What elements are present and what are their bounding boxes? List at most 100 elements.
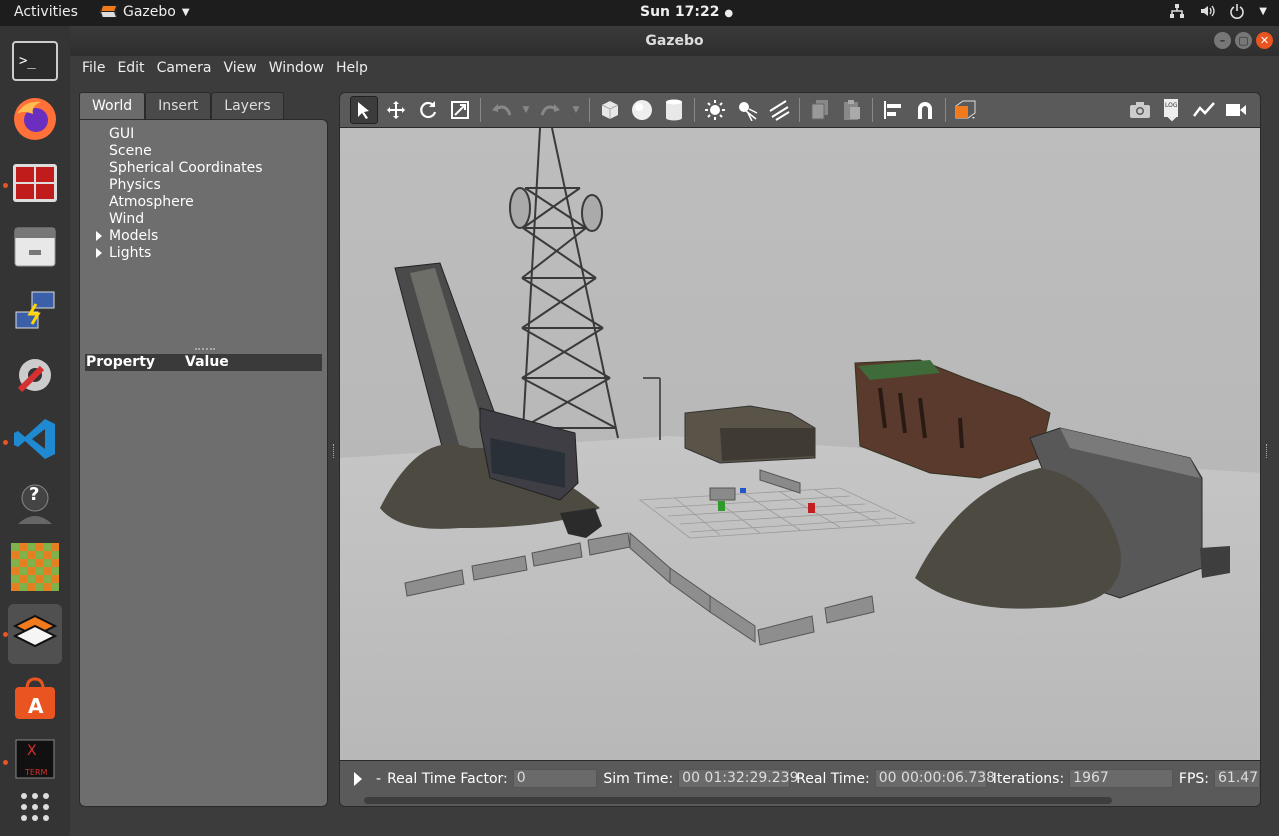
rotate-icon <box>420 101 437 119</box>
paste-button[interactable] <box>838 96 866 124</box>
window-titlebar[interactable]: Gazebo – ▢ ✕ <box>70 26 1279 56</box>
real-time-value: 00 00:00:06.738 <box>874 769 995 788</box>
scale-mode-button[interactable] <box>446 96 474 124</box>
redo-history-button[interactable]: ▼ <box>569 96 583 124</box>
menu-help[interactable]: Help <box>330 56 374 84</box>
tree-item-wind[interactable]: Wind <box>96 211 263 228</box>
files-icon <box>14 227 56 267</box>
move-icon <box>387 101 405 119</box>
dock-software[interactable]: A <box>8 672 62 726</box>
translate-mode-button[interactable] <box>382 96 410 124</box>
clock[interactable]: Sun 17:22 ● <box>640 4 733 20</box>
app-menu[interactable]: Gazebo ▼ <box>99 4 190 20</box>
paste-icon <box>844 100 860 120</box>
camera-icon <box>1130 102 1150 118</box>
scene-render[interactable] <box>340 128 1261 760</box>
dock-gazebo[interactable] <box>8 604 62 664</box>
tree-item-atmosphere[interactable]: Atmosphere <box>96 194 263 211</box>
insert-cylinder-button[interactable] <box>660 96 688 124</box>
minimize-button[interactable]: – <box>1214 32 1231 49</box>
dock-firefox[interactable] <box>8 92 62 146</box>
directional-light-button[interactable] <box>765 96 793 124</box>
app-grid-icon <box>21 793 49 821</box>
chevron-down-icon: ▼ <box>572 105 580 115</box>
show-apps-button[interactable] <box>8 780 62 834</box>
spot-light-button[interactable] <box>733 96 761 124</box>
tree-item-models[interactable]: Models <box>96 228 263 245</box>
undo-history-button[interactable]: ▼ <box>519 96 533 124</box>
checkerboard-icon <box>11 543 59 591</box>
expand-arrow-icon[interactable] <box>96 248 102 258</box>
view-angle-button[interactable] <box>952 96 980 124</box>
firefox-icon <box>14 98 56 140</box>
left-panel-collapse-handle[interactable] <box>333 444 336 458</box>
chevron-down-icon: ▼ <box>522 105 530 115</box>
expand-arrow-icon[interactable] <box>96 231 102 241</box>
play-icon[interactable] <box>354 771 362 786</box>
menu-window[interactable]: Window <box>263 56 330 84</box>
real-time-label: Real Time: <box>796 770 870 787</box>
real-time-factor-label: Real Time Factor: <box>387 770 508 787</box>
insert-box-button[interactable] <box>596 96 624 124</box>
copy-button[interactable] <box>806 96 834 124</box>
dock-vscode[interactable] <box>8 412 62 466</box>
magnet-icon <box>918 102 932 119</box>
plot-button[interactable] <box>1190 96 1218 124</box>
right-panel-collapse-handle[interactable] <box>1266 444 1269 458</box>
dock-settings-tool[interactable] <box>8 348 62 402</box>
menu-edit[interactable]: Edit <box>111 56 150 84</box>
splitter-handle[interactable] <box>195 348 215 350</box>
box-icon <box>601 101 619 119</box>
cylinder-icon <box>666 99 682 121</box>
tree-item-scene[interactable]: Scene <box>96 143 263 160</box>
redo-button[interactable] <box>537 96 565 124</box>
tree-item-physics[interactable]: Physics <box>96 177 263 194</box>
scene-viewport[interactable] <box>339 128 1261 760</box>
arrow-cursor-icon <box>358 102 369 119</box>
rotate-mode-button[interactable] <box>414 96 442 124</box>
align-icon <box>884 101 901 119</box>
property-column-header: Property <box>86 354 156 370</box>
menu-view[interactable]: View <box>218 56 263 84</box>
select-mode-button[interactable] <box>350 96 378 124</box>
left-panel: GUI Scene Spherical Coordinates Physics … <box>79 119 328 807</box>
point-light-button[interactable] <box>701 96 729 124</box>
step-separator: - <box>376 770 382 787</box>
record-video-button[interactable] <box>1222 96 1250 124</box>
tree-item-lights[interactable]: Lights <box>96 245 263 262</box>
snap-button[interactable] <box>911 96 939 124</box>
tab-world[interactable]: World <box>79 92 146 120</box>
tab-insert[interactable]: Insert <box>145 92 212 120</box>
screenshot-button[interactable] <box>1126 96 1154 124</box>
tree-item-spherical-coordinates[interactable]: Spherical Coordinates <box>96 160 263 177</box>
align-button[interactable] <box>879 96 907 124</box>
dock-xterm[interactable]: TERM X <box>8 732 62 786</box>
dock-help[interactable]: ? <box>8 476 62 530</box>
dock-terminator[interactable] <box>8 156 62 210</box>
status-bar: - Real Time Factor: 0 Sim Time: 00 01:32… <box>339 760 1261 807</box>
dock-network-tool[interactable] <box>8 284 62 338</box>
maximize-button[interactable]: ▢ <box>1235 32 1252 49</box>
horizontal-scrollbar[interactable] <box>364 797 1112 804</box>
left-panel-tabs: World Insert Layers <box>79 92 284 120</box>
dock-checkerboard-app[interactable] <box>8 540 62 594</box>
activities-button[interactable]: Activities <box>14 4 78 20</box>
menu-camera[interactable]: Camera <box>151 56 218 84</box>
dock-terminal[interactable]: >_ <box>8 34 62 88</box>
insert-sphere-button[interactable] <box>628 96 656 124</box>
log-button[interactable]: LOG <box>1158 96 1186 124</box>
notification-dot-icon: ● <box>724 8 734 19</box>
iterations-label: Iterations: <box>992 770 1065 787</box>
undo-button[interactable] <box>487 96 515 124</box>
tree-item-gui[interactable]: GUI <box>96 126 263 143</box>
dock-files[interactable] <box>8 220 62 274</box>
menu-file[interactable]: File <box>76 56 111 84</box>
network-icon <box>1169 3 1185 23</box>
close-button[interactable]: ✕ <box>1256 32 1273 49</box>
help-glyph: ? <box>29 484 40 505</box>
fps-value: 61.47 <box>1214 769 1260 788</box>
scale-icon <box>451 101 469 119</box>
system-tray[interactable]: ▼ <box>1169 3 1267 23</box>
iterations-value: 1967 <box>1069 769 1173 788</box>
tab-layers[interactable]: Layers <box>211 92 284 120</box>
